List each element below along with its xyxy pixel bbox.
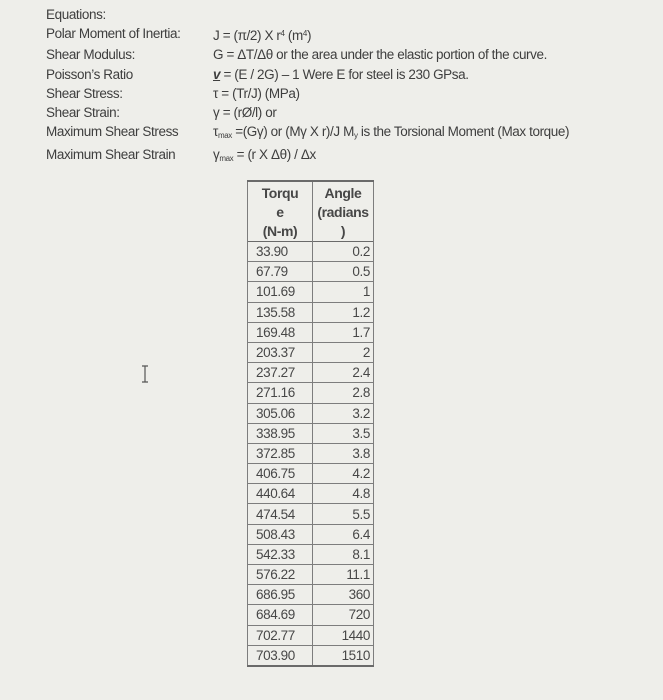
table-row: 406.75 4.2 <box>247 463 374 485</box>
torque-cell: 406.75 <box>247 463 313 485</box>
column-header-torque: Torqu e (N-m) <box>247 181 313 242</box>
equation-label: Polar Moment of Inertia: <box>46 26 181 42</box>
table-row: 271.16 2.8 <box>247 382 374 404</box>
table-row: 440.64 4.8 <box>247 483 374 505</box>
text-cursor-icon <box>142 365 148 383</box>
table-row: 542.33 8.1 <box>247 543 374 566</box>
torque-cell: 686.95 <box>247 584 313 606</box>
equation-formula: γ = (rØ/l) or <box>213 105 277 121</box>
torque-cell: 271.16 <box>247 382 313 404</box>
torque-cell: 474.54 <box>247 503 313 525</box>
table-row: 684.69 720 <box>247 604 374 626</box>
torque-cell: 67.79 <box>247 261 313 283</box>
table-row: 203.37 2 <box>247 341 374 364</box>
angle-cell: 3.8 <box>312 442 374 465</box>
equation-label: Shear Stress: <box>46 85 123 101</box>
equation-formula: τmax =(Gγ) or (Mγ X r)/J My is the Torsi… <box>213 124 570 141</box>
torque-cell: 440.64 <box>247 483 313 505</box>
equation-formula: γmax = (r X Δθ) / Δx <box>213 147 316 164</box>
torque-cell: 576.22 <box>247 563 313 586</box>
equation-shear-strain: Shear Strain: γ = (rØ/l) or <box>46 103 569 122</box>
equation-formula: J = (π/2) X r4 (m4) <box>213 28 312 44</box>
torque-cell: 684.69 <box>247 604 313 626</box>
table-row: 474.54 5.5 <box>247 503 374 525</box>
angle-cell: 0.2 <box>312 240 374 263</box>
torque-cell: 101.69 <box>247 281 313 303</box>
torque-cell: 702.77 <box>247 624 313 646</box>
torque-cell: 372.85 <box>247 442 313 465</box>
angle-cell: 3.5 <box>312 422 374 444</box>
column-header-angle: Angle (radians ) <box>312 181 374 242</box>
torque-cell: 135.58 <box>247 301 313 323</box>
table-row: 686.95 360 <box>247 584 374 606</box>
equation-label: Shear Strain: <box>46 105 120 121</box>
angle-cell: 6.4 <box>312 523 374 545</box>
torque-cell: 305.06 <box>247 402 313 424</box>
angle-cell: 1 <box>312 281 374 303</box>
equations-section: Equations: Polar Moment of Inertia: J = … <box>46 5 569 169</box>
torque-cell: 338.95 <box>247 422 313 444</box>
table-row: 169.48 1.7 <box>247 321 374 343</box>
torque-cell: 203.37 <box>247 341 313 364</box>
angle-cell: 2.8 <box>312 382 374 404</box>
equation-label: Shear Modulus: <box>46 47 135 63</box>
angle-cell: 4.2 <box>312 463 374 485</box>
equation-formula: G = ΔT/Δθ or the area under the elastic … <box>213 47 547 63</box>
angle-cell: 360 <box>312 584 374 606</box>
angle-cell: 0.5 <box>312 261 374 283</box>
table-header-row: Torqu e (N-m) Angle (radians ) <box>247 181 374 242</box>
angle-cell: 2.4 <box>312 362 374 384</box>
table-row: 67.79 0.5 <box>247 261 374 283</box>
torque-cell: 542.33 <box>247 543 313 566</box>
table-row: 576.22 11.1 <box>247 563 374 586</box>
table-body: 33.90 0.2 67.79 0.5 101.69 1 135.58 1.2 169.48 1.… <box>247 240 374 667</box>
angle-cell: 2 <box>312 341 374 364</box>
table-row: 33.90 0.2 <box>247 240 374 263</box>
angle-cell: 1.7 <box>312 321 374 343</box>
equations-heading: Equations: <box>46 7 106 22</box>
angle-cell: 8.1 <box>312 543 374 566</box>
angle-cell: 720 <box>312 604 374 626</box>
equation-poisson-ratio: Poisson’s Ratio v = (E / 2G) – 1 Were E … <box>46 65 569 84</box>
torque-cell: 33.90 <box>247 240 313 263</box>
angle-cell: 11.1 <box>312 563 374 586</box>
equation-label: Maximum Shear Stress <box>46 124 179 140</box>
equation-max-shear-strain: Maximum Shear Strain γmax = (r X Δθ) / Δ… <box>46 145 569 168</box>
table-row: 237.27 2.4 <box>247 362 374 384</box>
equation-polar-moment: Polar Moment of Inertia: J = (π/2) X r4 … <box>46 24 569 45</box>
torque-cell: 508.43 <box>247 523 313 545</box>
angle-cell: 3.2 <box>312 402 374 424</box>
equation-formula: τ = (Tr/J) (MPa) <box>213 85 300 101</box>
table-row: 338.95 3.5 <box>247 422 374 444</box>
table-row: 703.90 1510 <box>247 644 374 667</box>
table-row: 305.06 3.2 <box>247 402 374 424</box>
angle-cell: 4.8 <box>312 483 374 505</box>
angle-cell: 5.5 <box>312 503 374 525</box>
torque-cell: 237.27 <box>247 362 313 384</box>
angle-cell: 1440 <box>312 624 374 646</box>
table-row: 135.58 1.2 <box>247 301 374 323</box>
torque-angle-table: Torqu e (N-m) Angle (radians ) 33.90 0.2 6… <box>247 180 374 667</box>
table-row: 372.85 3.8 <box>247 442 374 465</box>
table-row: 508.43 6.4 <box>247 523 374 545</box>
equation-shear-stress: Shear Stress: τ = (Tr/J) (MPa) <box>46 84 569 103</box>
equation-max-shear-stress: Maximum Shear Stress τmax =(Gγ) or (Mγ X… <box>46 122 569 145</box>
table-row: 702.77 1440 <box>247 624 374 646</box>
table-row: 101.69 1 <box>247 281 374 303</box>
equation-formula: v = (E / 2G) – 1 Were E for steel is 230… <box>213 66 469 82</box>
torque-cell: 169.48 <box>247 321 313 343</box>
angle-cell: 1.2 <box>312 301 374 323</box>
equation-shear-modulus: Shear Modulus: G = ΔT/Δθ or the area und… <box>46 45 569 64</box>
angle-cell: 1510 <box>312 644 374 667</box>
torque-cell: 703.90 <box>247 644 313 667</box>
equation-label: Poisson’s Ratio <box>46 66 133 82</box>
equation-label: Maximum Shear Strain <box>46 147 176 163</box>
